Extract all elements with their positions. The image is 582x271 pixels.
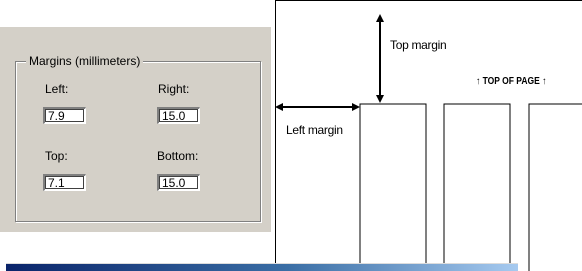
margins-dialog-panel: Margins (millimeters) Left: Right: Top: … xyxy=(0,27,271,232)
margins-group-legend: Margins (millimeters) xyxy=(26,54,144,68)
top-margin-input[interactable] xyxy=(43,174,86,191)
bottom-margin-input[interactable] xyxy=(157,174,200,191)
screenshot-stage: Margins (millimeters) Left: Right: Top: … xyxy=(0,0,582,271)
label-page-outline-1 xyxy=(359,103,427,271)
window-titlebar xyxy=(6,263,518,271)
top-margin-label: Top margin xyxy=(390,38,447,52)
margin-diagram: Top margin Left margin ↑ TOP OF PAGE ↑ xyxy=(275,0,582,271)
left-label: Left: xyxy=(45,82,69,96)
left-margin-input[interactable] xyxy=(43,107,86,124)
bottom-label: Bottom: xyxy=(157,149,199,163)
top-label: Top: xyxy=(45,149,68,163)
right-label: Right: xyxy=(158,82,190,96)
top-of-page-label: ↑ TOP OF PAGE ↑ xyxy=(476,76,547,87)
left-margin-label: Left margin xyxy=(286,123,343,137)
right-margin-input[interactable] xyxy=(157,107,200,124)
label-page-outline-3 xyxy=(528,103,582,271)
label-page-outline-2 xyxy=(443,103,511,271)
